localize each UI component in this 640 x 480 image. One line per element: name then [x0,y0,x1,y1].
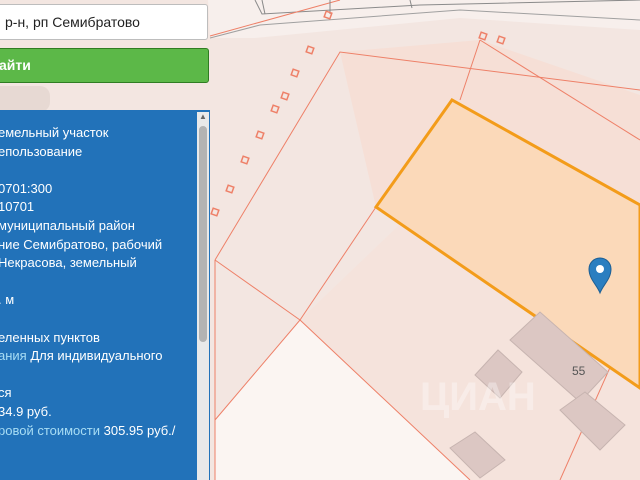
info-line: ся [0,384,198,403]
info-line: муниципальный район [0,217,198,236]
info-line: ания Для индивидуального [0,347,198,366]
info-line [0,310,198,329]
info-line: еленных пунктов [0,329,198,348]
parcel-info-panel: емельный участок епользование 0701:300 1070… [0,110,210,480]
info-value: Для индивидуального [26,348,163,364]
house-number: 55 [572,364,586,378]
scrollbar-thumb[interactable] [199,126,207,342]
find-button[interactable]: айти [0,48,209,83]
info-line: 34.9 руб. [0,403,198,422]
info-line: 0701:300 [0,180,198,199]
info-value: ние Семибратово, рабочий [0,236,163,252]
info-line: ние Семибратово, рабочий [0,236,198,255]
info-value: еленных пунктов [0,329,100,345]
info-line: епользование [0,143,198,162]
info-label: ания [0,348,27,364]
info-value: 10701 [0,199,35,215]
info-value: муниципальный район [0,217,135,233]
info-value: емельный участок [0,125,109,140]
panel-header-tab [0,86,50,112]
info-value: . м [0,292,15,308]
info-line [0,273,198,292]
info-value: 305.95 руб./ [100,422,176,438]
info-line [0,161,198,180]
info-line: емельный участок [0,124,198,143]
info-value: 0701:300 [0,180,53,196]
info-value: ся [0,385,12,401]
watermark-logo: ЦИАН [420,375,536,419]
info-value: Некрасова, земельный [0,255,137,271]
parcel-info-list: емельный участок епользование 0701:300 1070… [0,124,198,440]
info-label: ровой стоимости [0,422,101,438]
search-input[interactable]: р-н, рп Семибратово [0,4,208,40]
info-value: епользование [0,143,83,159]
info-line: . м [0,291,198,310]
info-line: 10701 [0,198,198,217]
info-line [0,366,198,385]
info-value: 34.9 руб. [0,403,52,419]
info-line: Некрасова, земельный [0,254,198,273]
scroll-up-arrow-icon[interactable]: ▲ [198,112,208,122]
info-line: ровой стоимости 305.95 руб./ [0,422,198,441]
